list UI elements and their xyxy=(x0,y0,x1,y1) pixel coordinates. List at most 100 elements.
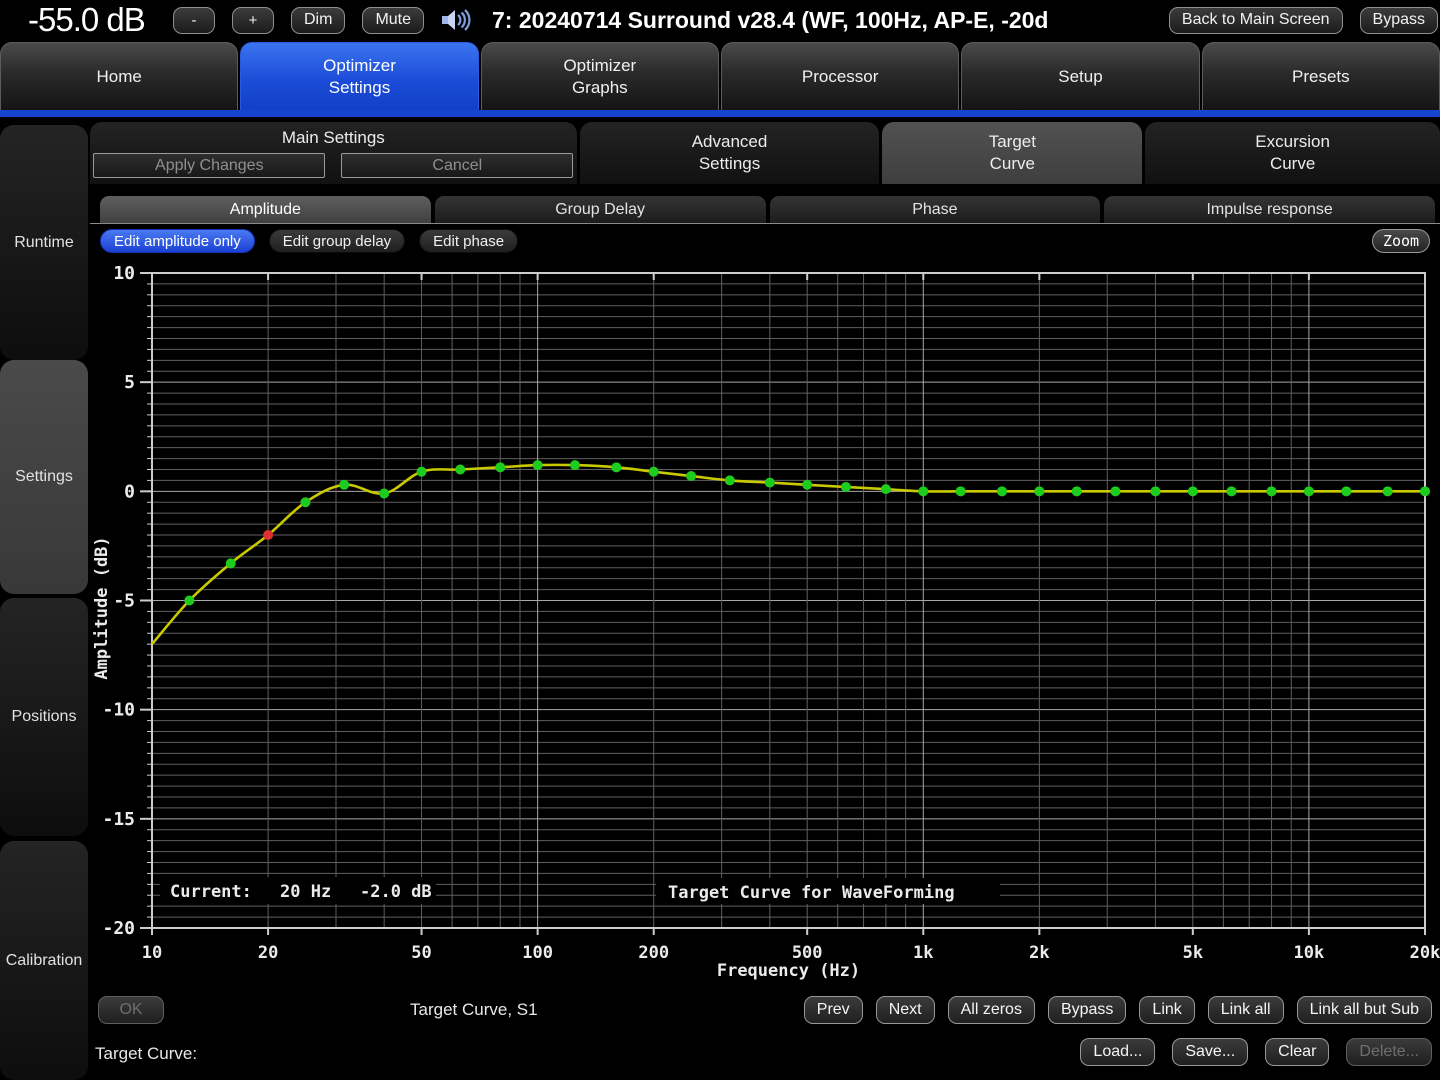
zoom-button[interactable]: Zoom xyxy=(1372,229,1430,253)
curve-title-annotation: Target Curve for WaveForming xyxy=(668,883,955,903)
curve-point[interactable] xyxy=(184,596,194,606)
curve-point[interactable] xyxy=(1150,486,1160,496)
curve-point[interactable] xyxy=(570,460,580,470)
mute-button[interactable]: Mute xyxy=(362,7,424,34)
main-tab-setup[interactable]: Setup xyxy=(961,42,1199,110)
link-all-but-sub-button[interactable]: Link all but Sub xyxy=(1297,996,1432,1024)
curve-point[interactable] xyxy=(495,462,505,472)
x-tick-label: 5k xyxy=(1183,943,1203,963)
ok-button[interactable]: OK xyxy=(98,996,164,1024)
save-button[interactable]: Save... xyxy=(1172,1038,1248,1066)
prev-button[interactable]: Prev xyxy=(804,996,863,1024)
curve-point[interactable] xyxy=(1341,486,1351,496)
bypass-top-button[interactable]: Bypass xyxy=(1360,7,1438,34)
sidebar-item-calibration[interactable]: Calibration xyxy=(0,841,88,1080)
graph-tab-amplitude[interactable]: Amplitude xyxy=(100,196,431,223)
edit-amplitude-only-button[interactable]: Edit amplitude only xyxy=(100,229,255,253)
main-tab-optimizer-graphs[interactable]: OptimizerGraphs xyxy=(481,42,719,110)
sidebar-item-label: Runtime xyxy=(14,234,74,252)
sidebar-item-label: Calibration xyxy=(6,952,82,970)
subtab-label: Curve xyxy=(990,153,1035,175)
subtab-target-curve[interactable]: TargetCurve xyxy=(882,122,1142,184)
apply-changes-button[interactable]: Apply Changes xyxy=(93,153,325,178)
main-tab-label: Graphs xyxy=(572,77,628,99)
x-tick-label: 10k xyxy=(1294,943,1325,963)
curve-point[interactable] xyxy=(802,480,812,490)
curve-point[interactable] xyxy=(841,482,851,492)
dim-button[interactable]: Dim xyxy=(291,7,345,34)
clear-button[interactable]: Clear xyxy=(1265,1038,1329,1066)
edit-mode-row: Edit amplitude only Edit group delay Edit … xyxy=(100,229,518,253)
main-tab-label: Processor xyxy=(802,66,879,88)
curve-point[interactable] xyxy=(1420,486,1430,496)
edit-group-delay-button[interactable]: Edit group delay xyxy=(269,229,405,253)
curve-point[interactable] xyxy=(1188,486,1198,496)
load-button[interactable]: Load... xyxy=(1080,1038,1155,1066)
graph-tab-label: Amplitude xyxy=(230,201,301,219)
cancel-button[interactable]: Cancel xyxy=(341,153,573,178)
sidebar-item-positions[interactable]: Positions xyxy=(0,598,88,836)
main-tab-presets[interactable]: Presets xyxy=(1202,42,1440,110)
curve-point[interactable] xyxy=(956,486,966,496)
curve-point[interactable] xyxy=(1267,486,1277,496)
link-all-button[interactable]: Link all xyxy=(1208,996,1284,1024)
speaker-volume-icon xyxy=(438,7,480,33)
subtab-main-settings[interactable]: Main Settings Apply Changes Cancel xyxy=(90,122,577,184)
subtab-advanced-settings[interactable]: AdvancedSettings xyxy=(580,122,880,184)
x-tick-label: 20k xyxy=(1410,943,1440,963)
curve-point[interactable] xyxy=(226,558,236,568)
curve-point[interactable] xyxy=(455,465,465,475)
edit-phase-button[interactable]: Edit phase xyxy=(419,229,518,253)
x-tick-label: 500 xyxy=(792,943,823,963)
curve-point[interactable] xyxy=(339,480,349,490)
curve-point[interactable] xyxy=(1383,486,1393,496)
main-tab-optimizer-settings[interactable]: OptimizerSettings xyxy=(240,42,478,110)
curve-point[interactable] xyxy=(533,460,543,470)
volume-down-button[interactable]: - xyxy=(173,7,215,34)
y-tick-label: 5 xyxy=(124,372,135,393)
curve-point[interactable] xyxy=(1110,486,1120,496)
graph-tab-group-delay[interactable]: Group Delay xyxy=(435,196,766,223)
curve-point[interactable] xyxy=(300,497,310,507)
all-zeros-button[interactable]: All zeros xyxy=(948,996,1035,1024)
curve-point[interactable] xyxy=(417,467,427,477)
curve-point[interactable] xyxy=(997,486,1007,496)
curve-point[interactable] xyxy=(1304,486,1314,496)
curve-point[interactable] xyxy=(649,467,659,477)
sidebar: Runtime SettingsPositions Calibration xyxy=(0,120,88,1080)
curve-point[interactable] xyxy=(1227,486,1237,496)
curve-point[interactable] xyxy=(1072,486,1082,496)
y-tick-label: -5 xyxy=(113,591,135,612)
curve-point[interactable] xyxy=(725,475,735,485)
y-tick-label: 10 xyxy=(113,263,135,284)
graph-tab-phase[interactable]: Phase xyxy=(770,196,1101,223)
next-button[interactable]: Next xyxy=(876,996,935,1024)
current-readout: Current:20 Hz-2.0 dB xyxy=(170,882,432,902)
curve-point[interactable] xyxy=(1034,486,1044,496)
main-tab-processor[interactable]: Processor xyxy=(721,42,959,110)
curve-point[interactable] xyxy=(379,489,389,499)
sidebar-item-runtime[interactable]: Runtime xyxy=(0,125,88,360)
delete-button[interactable]: Delete... xyxy=(1346,1038,1432,1066)
curve-point-selected[interactable] xyxy=(263,530,273,540)
sidebar-item-settings[interactable]: Settings xyxy=(0,360,88,594)
subtab-excursion-curve[interactable]: ExcursionCurve xyxy=(1145,122,1440,184)
subtab-label: Settings xyxy=(699,153,760,175)
link-button[interactable]: Link xyxy=(1139,996,1194,1024)
curve-point[interactable] xyxy=(611,462,621,472)
back-to-main-screen-button[interactable]: Back to Main Screen xyxy=(1169,7,1343,34)
curve-point[interactable] xyxy=(918,486,928,496)
main-tab-label: Home xyxy=(96,66,141,88)
x-tick-label: 10 xyxy=(142,943,162,963)
curve-point[interactable] xyxy=(686,471,696,481)
curve-point[interactable] xyxy=(765,478,775,488)
bypass-button[interactable]: Bypass xyxy=(1048,996,1126,1024)
volume-up-button[interactable]: + xyxy=(232,7,274,34)
curve-point[interactable] xyxy=(881,484,891,494)
y-tick-label: -20 xyxy=(102,918,135,939)
target-curve-chart[interactable]: 1050-5-10-15-201020501002005001k2k5k10k2… xyxy=(90,258,1440,990)
x-axis-title: Frequency (Hz) xyxy=(717,961,860,981)
graph-tab-impulse-response[interactable]: Impulse response xyxy=(1104,196,1435,223)
target-curve-label: Target Curve: xyxy=(95,1044,197,1064)
main-tab-home[interactable]: Home xyxy=(0,42,238,110)
